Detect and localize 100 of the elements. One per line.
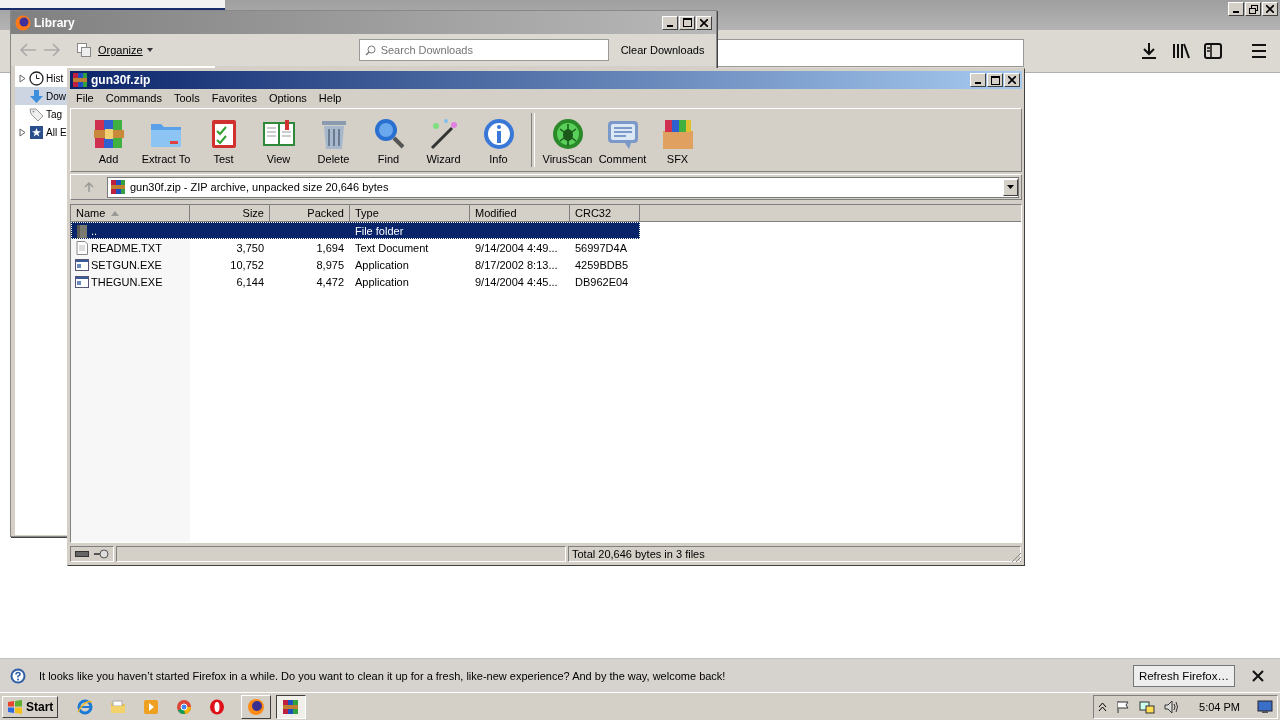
menu-item[interactable]: Tools	[174, 92, 200, 104]
menu-item[interactable]: Commands	[105, 92, 162, 104]
search-field[interactable]: Search Downloads	[358, 39, 609, 61]
window-title: gun30f.zip	[91, 73, 151, 87]
browser-tab[interactable]	[0, 0, 225, 10]
path-field[interactable]: gun30f.zip - ZIP archive, unpacked size 20,646 bytes	[107, 176, 1019, 198]
file-row[interactable]: README.TXT 3,750 1,694 Text Document 9/14/2004 4:49... 56997D4A	[71, 239, 640, 256]
tree-item[interactable]: Tag	[15, 105, 64, 123]
start-button[interactable]: Start	[2, 695, 59, 718]
help-icon	[10, 667, 26, 684]
expand-arrow-icon[interactable]	[19, 73, 26, 83]
refresh-button[interactable]: Refresh Firefox…	[1132, 664, 1235, 687]
toolbar-button[interactable]: View	[251, 115, 306, 165]
column-header[interactable]: Size	[190, 205, 270, 222]
close-button[interactable]	[1262, 2, 1278, 16]
restore-button[interactable]	[1245, 2, 1261, 16]
column-header[interactable]: Packed	[270, 205, 350, 222]
network-icon[interactable]	[1139, 699, 1156, 714]
column-header[interactable]: Modified	[470, 205, 570, 222]
notification-text: It looks like you haven’t started Firefox in a while. Do you want to clean it up for a fresh, like-new experience? And by the way, welcome back!	[39, 669, 726, 682]
maximize-button[interactable]	[987, 73, 1003, 87]
toolbar-button[interactable]: VirusScan	[540, 115, 595, 165]
application-icon	[75, 257, 89, 272]
expand-arrow-icon[interactable]	[19, 127, 26, 137]
document-icon	[75, 240, 89, 255]
close-icon	[1266, 5, 1274, 13]
clear-downloads-button[interactable]: Clear Downloads	[618, 42, 707, 58]
show-desktop-icon[interactable]	[1257, 699, 1273, 714]
archive-icon	[282, 697, 301, 716]
maximize-button[interactable]	[679, 15, 695, 30]
organize-menu[interactable]: Organize	[98, 44, 153, 56]
toolbar-button[interactable]: Add	[81, 115, 136, 165]
tree-item[interactable]: All E	[15, 123, 68, 141]
speaker-icon[interactable]	[1164, 699, 1181, 714]
tree-item[interactable]: Dow	[15, 87, 67, 105]
minimize-button[interactable]	[1228, 2, 1244, 16]
flag-icon[interactable]	[1116, 699, 1131, 714]
drive-icon	[75, 550, 89, 558]
toolbar-button[interactable]: Comment	[595, 115, 650, 165]
toolbar-button[interactable]: Delete	[306, 115, 361, 165]
close-button[interactable]	[696, 15, 712, 30]
file-row[interactable]: THEGUN.EXE 6,144 4,472 Application 9/14/2004 4:45... DB962E04	[71, 273, 640, 290]
maximize-icon	[990, 75, 1000, 85]
library-icon[interactable]	[1172, 42, 1190, 60]
menu-item[interactable]: Help	[318, 92, 342, 104]
resize-grip-icon[interactable]	[1011, 552, 1022, 563]
download-icon	[29, 88, 44, 104]
archive-icon	[72, 72, 88, 88]
application-icon	[75, 274, 89, 289]
toolbar-button[interactable]: Info	[471, 115, 526, 165]
caret-icon	[146, 48, 153, 52]
close-icon	[700, 18, 708, 27]
sidebar-icon[interactable]	[1204, 42, 1222, 60]
menu-item[interactable]: File	[76, 92, 94, 104]
close-icon[interactable]	[1252, 669, 1264, 682]
close-button[interactable]	[1004, 73, 1020, 87]
maximize-icon	[682, 18, 692, 27]
minimize-button[interactable]	[970, 73, 986, 87]
clock[interactable]: 5:04 PM	[1199, 700, 1240, 713]
column-header[interactable]: Name	[71, 205, 190, 222]
menu-icon[interactable]	[1250, 42, 1268, 60]
organize-icon	[76, 42, 92, 58]
status-text: Total 20,646 bytes in 3 files	[572, 548, 705, 560]
column-header[interactable]: Type	[350, 205, 470, 222]
folder-icon	[75, 223, 89, 238]
toolbar-button[interactable]: Find	[361, 115, 416, 165]
archive-taskbar-button[interactable]	[276, 694, 307, 719]
tag-icon	[29, 106, 44, 122]
restore-icon	[1248, 4, 1258, 14]
minimize-icon	[975, 82, 981, 84]
close-icon	[1008, 76, 1016, 84]
opera-icon[interactable]	[209, 698, 226, 715]
browser-e-icon[interactable]	[77, 698, 94, 715]
toolbar-button[interactable]: Wizard	[416, 115, 471, 165]
clock-icon	[29, 70, 44, 86]
toolbar-button[interactable]: SFX	[650, 115, 705, 165]
minimize-button[interactable]	[662, 15, 678, 30]
toolbar-button[interactable]: Test	[196, 115, 251, 165]
download-icon[interactable]	[1140, 42, 1158, 60]
show-hidden-icon[interactable]	[1098, 700, 1108, 713]
chrome-icon[interactable]	[176, 698, 193, 715]
minimize-icon	[1233, 11, 1239, 13]
caret-icon	[1007, 185, 1014, 189]
sort-arrow-icon	[111, 210, 120, 216]
firefox-icon	[247, 697, 266, 716]
firefox-taskbar-button[interactable]	[241, 694, 272, 719]
minimize-icon	[667, 24, 673, 27]
key-icon	[93, 549, 109, 559]
address-field[interactable]	[718, 39, 1024, 67]
search-icon	[364, 45, 376, 56]
menu-item[interactable]: Favorites	[211, 92, 257, 104]
dropdown-button[interactable]	[1003, 178, 1018, 196]
column-header[interactable]: CRC32	[570, 205, 640, 222]
file-row[interactable]: SETGUN.EXE 10,752 8,975 Application 8/17/2002 8:13... 4259BDB5	[71, 256, 640, 273]
file-row[interactable]: .. File folder	[71, 222, 640, 239]
toolbar-button[interactable]: Extract To	[136, 115, 196, 165]
tree-item[interactable]: Hist	[15, 69, 65, 87]
menu-item[interactable]: Options	[268, 92, 307, 104]
firefox-icon	[15, 14, 31, 31]
window-title: Library	[34, 15, 75, 30]
